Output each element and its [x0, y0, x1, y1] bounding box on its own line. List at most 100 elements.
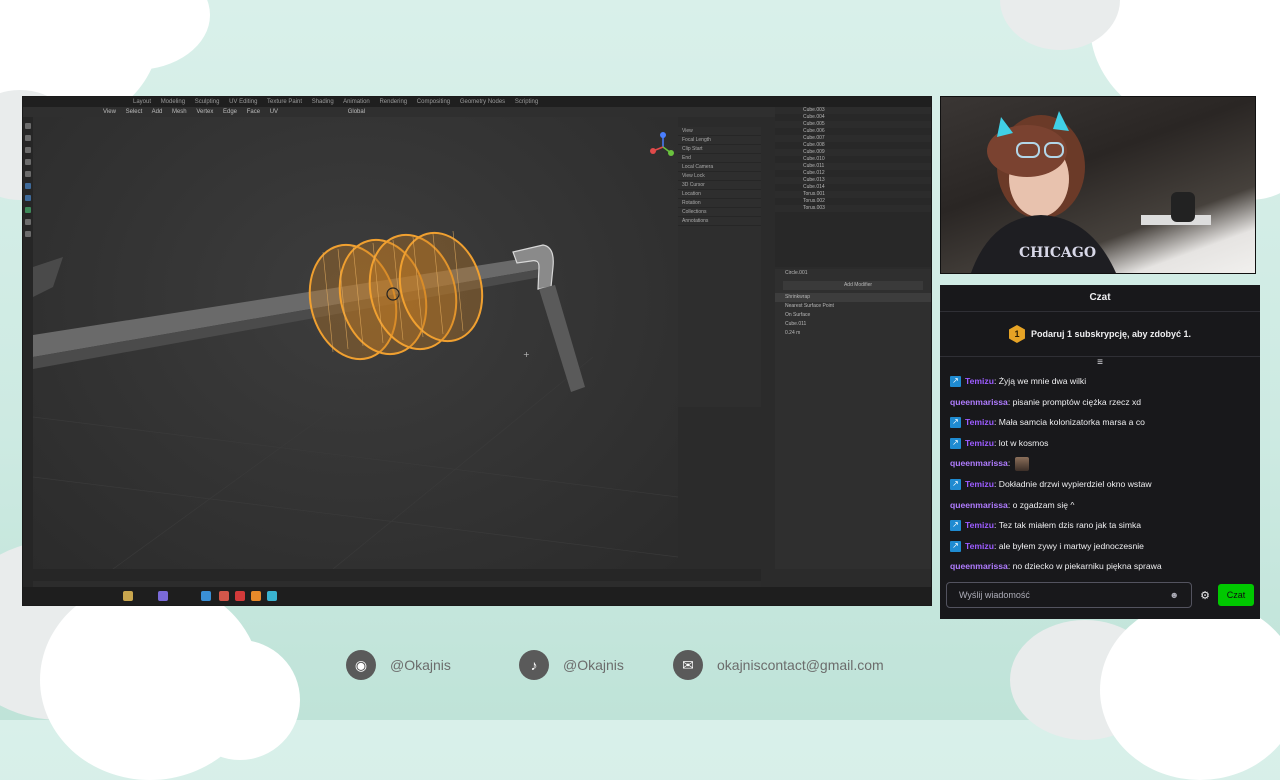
chat-username[interactable]: queenmarissa: [950, 556, 1008, 577]
menu-item[interactable]: Face: [247, 109, 260, 115]
chat-username[interactable]: queenmarissa: [950, 453, 1008, 474]
navigation-gizmo-icon[interactable]: [650, 132, 674, 156]
photos-icon[interactable]: [219, 591, 229, 601]
outliner-item[interactable]: Torus.001: [775, 191, 931, 198]
outliner-item[interactable]: Cube.014: [775, 184, 931, 191]
outliner-item[interactable]: Cube.008: [775, 142, 931, 149]
add-modifier-button[interactable]: Add Modifier: [783, 281, 923, 290]
snap-mode-select[interactable]: On Surface: [775, 311, 931, 320]
chat-username[interactable]: queenmarissa: [950, 392, 1008, 413]
timeline[interactable]: [33, 569, 761, 581]
move-tool-icon[interactable]: [25, 147, 31, 153]
blender-icon[interactable]: [251, 591, 261, 601]
pin-icon[interactable]: ≡: [940, 357, 1260, 371]
app-icon[interactable]: [158, 591, 168, 601]
send-chat-button[interactable]: Czat: [1218, 584, 1254, 606]
outliner-item[interactable]: Cube.009: [775, 149, 931, 156]
extrude-tool-icon[interactable]: [25, 183, 31, 189]
workspace-tab[interactable]: Geometry Nodes: [460, 99, 505, 105]
workspace-tab[interactable]: Scripting: [515, 99, 538, 105]
chat-panel: Czat 1 Podaruj 1 subskrypcję, aby zdobyć…: [940, 285, 1260, 619]
menu-item[interactable]: UV: [270, 109, 278, 115]
outliner-item[interactable]: Cube.013: [775, 177, 931, 184]
workspace-tab[interactable]: Modeling: [161, 99, 185, 105]
outliner-item[interactable]: Cube.011: [775, 163, 931, 170]
workspace-tab[interactable]: Layout: [133, 99, 151, 105]
select-tool-icon[interactable]: [25, 123, 31, 129]
workspace-tab[interactable]: Rendering: [379, 99, 407, 105]
gift-subscription-banner[interactable]: 1 Podaruj 1 subskrypcję, aby zdobyć 1.: [940, 312, 1260, 357]
offset-field[interactable]: 0.24 m: [775, 329, 931, 338]
chat-text: lot w kosmos: [998, 437, 1049, 448]
selected-rings[interactable]: [297, 224, 493, 369]
outliner-item[interactable]: Cube.004: [775, 114, 931, 121]
chat-username[interactable]: Temizu: [965, 412, 994, 433]
workspace-tab[interactable]: Compositing: [417, 99, 450, 105]
rotate-tool-icon[interactable]: [25, 159, 31, 165]
app-icon[interactable]: [267, 591, 277, 601]
inset-tool-icon[interactable]: [25, 195, 31, 201]
npanel-row[interactable]: Location: [678, 190, 761, 199]
outliner-item[interactable]: Cube.003: [775, 107, 931, 114]
workspace-tab[interactable]: Sculpting: [195, 99, 220, 105]
menu-item[interactable]: Vertex: [196, 109, 213, 115]
menu-item[interactable]: Add: [152, 109, 163, 115]
npanel-row[interactable]: View Lock: [678, 172, 761, 181]
outliner-item[interactable]: Cube.005: [775, 121, 931, 128]
chat-username[interactable]: Temizu: [965, 515, 994, 536]
workspace-tab[interactable]: Shading: [312, 99, 334, 105]
knife-tool-icon[interactable]: [25, 219, 31, 225]
npanel-row[interactable]: 3D Cursor: [678, 181, 761, 190]
outliner-item[interactable]: Cube.012: [775, 170, 931, 177]
npanel-row[interactable]: Collections: [678, 208, 761, 217]
chat-username[interactable]: Temizu: [965, 474, 994, 495]
3d-viewport[interactable]: +: [32, 117, 679, 570]
modifier-name[interactable]: Shrinkwrap: [775, 293, 931, 302]
menu-item[interactable]: Mesh: [172, 109, 187, 115]
outliner-item[interactable]: Cube.007: [775, 135, 931, 142]
cursor-tool-icon[interactable]: [25, 135, 31, 141]
outliner-item[interactable]: Torus.002: [775, 198, 931, 205]
chat-username[interactable]: Temizu: [965, 433, 994, 454]
workspace-tab[interactable]: Texture Paint: [267, 99, 302, 105]
tiktok-icon: ♪: [519, 650, 549, 680]
npanel-row[interactable]: View: [678, 127, 761, 136]
loop-cut-tool-icon[interactable]: [25, 207, 31, 213]
spin-tool-icon[interactable]: [25, 231, 31, 237]
npanel-row[interactable]: Focal Length: [678, 136, 761, 145]
chat-message: queenmarissa: o zgadzam się ^: [950, 495, 1250, 516]
npanel-row[interactable]: Rotation: [678, 199, 761, 208]
target-field[interactable]: Cube.011: [775, 320, 931, 329]
npanel-row[interactable]: Annotations: [678, 217, 761, 226]
prime-badge-icon: ↗: [950, 540, 961, 552]
outliner-item[interactable]: Torus.003: [775, 205, 931, 212]
outliner-item[interactable]: Cube.006: [775, 128, 931, 135]
wrap-method-select[interactable]: Nearest Surface Point: [775, 302, 931, 311]
menu-item[interactable]: Select: [126, 109, 143, 115]
email-address: okajniscontact@gmail.com: [717, 657, 884, 673]
transform-orientation[interactable]: Global: [348, 109, 365, 115]
email-link[interactable]: ✉ okajniscontact@gmail.com: [673, 650, 884, 680]
leg-mesh[interactable]: [539, 285, 585, 392]
npanel-row[interactable]: Clip Start: [678, 145, 761, 154]
instagram-link[interactable]: ◉ @Okajnis: [346, 650, 451, 680]
menu-item[interactable]: View: [103, 109, 116, 115]
tiktok-link[interactable]: ♪ @Okajnis: [519, 650, 624, 680]
prime-badge-icon: ↗: [950, 519, 961, 531]
outliner-item[interactable]: Cube.010: [775, 156, 931, 163]
workspace-tab[interactable]: UV Editing: [229, 99, 257, 105]
chat-input[interactable]: Wyślij wiadomość ☻: [946, 582, 1192, 608]
start-icon[interactable]: [201, 591, 211, 601]
chat-username[interactable]: Temizu: [965, 536, 994, 557]
workspace-tab[interactable]: Animation: [343, 99, 370, 105]
folder-icon[interactable]: [123, 591, 133, 601]
scale-tool-icon[interactable]: [25, 171, 31, 177]
npanel-row[interactable]: End: [678, 154, 761, 163]
chat-username[interactable]: queenmarissa: [950, 495, 1008, 516]
menu-item[interactable]: Edge: [223, 109, 237, 115]
npanel-row[interactable]: Local Camera: [678, 163, 761, 172]
chrome-icon[interactable]: [235, 591, 245, 601]
chat-username[interactable]: Temizu: [965, 371, 994, 392]
emoji-icon[interactable]: ☻: [1170, 590, 1179, 600]
gear-icon[interactable]: ⚙: [1192, 589, 1218, 602]
